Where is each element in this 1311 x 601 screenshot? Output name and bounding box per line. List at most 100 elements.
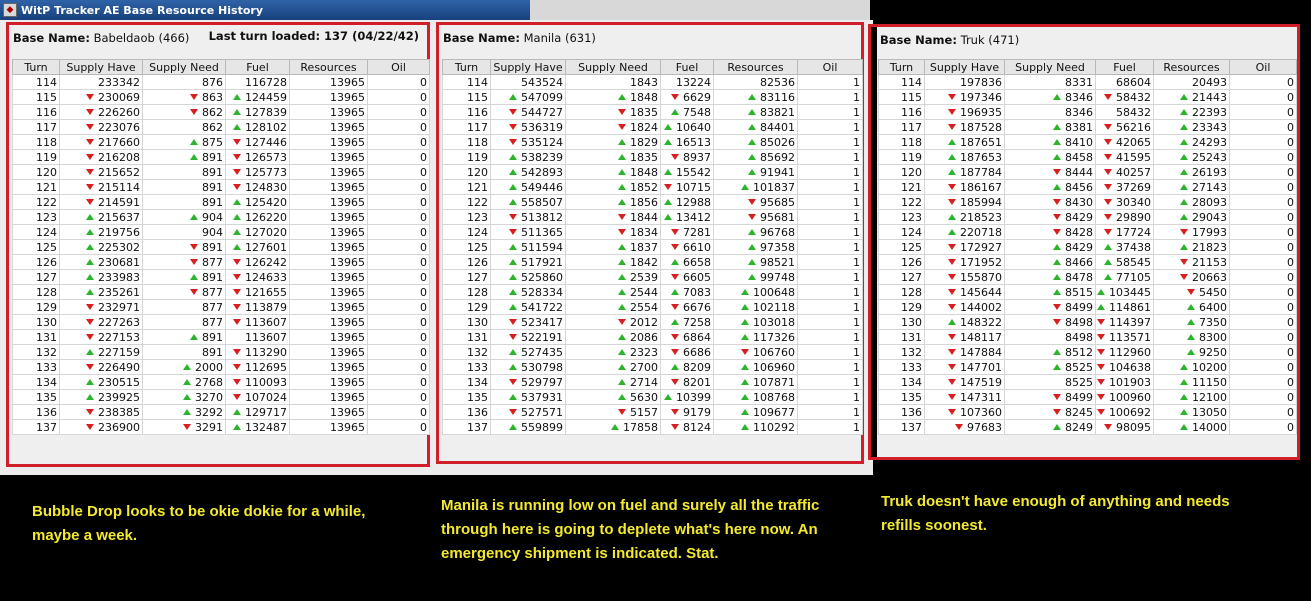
table-row[interactable]: 129 541722 2554 6676 102118 1 [442,299,863,315]
table-row[interactable]: 119 187653 8458 41595 25243 0 [878,149,1297,165]
table-row[interactable]: 137 236900 3291 132487 13965 0 [12,419,430,435]
table-row[interactable]: 115 230069 863 124459 13965 0 [12,89,430,105]
table-row[interactable]: 118 217660 875 127446 13965 0 [12,134,430,150]
table-row[interactable]: 120 542893 1848 15542 91941 1 [442,164,863,180]
table-row[interactable]: 133 226490 2000 112695 13965 0 [12,359,430,375]
table-row[interactable]: 131 148117 8498 113571 8300 0 [878,329,1297,345]
cell-resources: 101837 [713,179,798,195]
cell-fuel: 58545 [1095,254,1154,270]
col-header-oil[interactable]: Oil [797,59,863,75]
table-row[interactable]: 134 529797 2714 8201 107871 1 [442,374,863,390]
table-row[interactable]: 134 230515 2768 110093 13965 0 [12,374,430,390]
col-header-turn[interactable]: Turn [442,59,491,75]
table-row[interactable]: 135 147311 8499 100960 12100 0 [878,389,1297,405]
table-row[interactable]: 134 147519 8525 101903 11150 0 [878,374,1297,390]
table-row[interactable]: 114 543524 1843 13224 82536 1 [442,74,863,90]
table-row[interactable]: 115 547099 1848 6629 83116 1 [442,89,863,105]
table-row[interactable]: 126 171952 8466 58545 21153 0 [878,254,1297,270]
table-row[interactable]: 118 187651 8410 42065 24293 0 [878,134,1297,150]
table-row[interactable]: 130 227263 877 113607 13965 0 [12,314,430,330]
table-row[interactable]: 127 233983 891 124633 13965 0 [12,269,430,285]
col-header-supply-need[interactable]: Supply Need [142,59,226,75]
table-row[interactable]: 124 220718 8428 17724 17993 0 [878,224,1297,240]
table-row[interactable]: 122 214591 891 125420 13965 0 [12,194,430,210]
table-row[interactable]: 125 225302 891 127601 13965 0 [12,239,430,255]
table-row[interactable]: 115 197346 8346 58432 21443 0 [878,89,1297,105]
table-row[interactable]: 116 226260 862 127839 13965 0 [12,104,430,120]
table-row[interactable]: 120 187784 8444 40257 26193 0 [878,164,1297,180]
table-row[interactable]: 136 238385 3292 129717 13965 0 [12,404,430,420]
table-row[interactable]: 122 558507 1856 12988 95685 1 [442,194,863,210]
table-row[interactable]: 114 233342 876 116728 13965 0 [12,74,430,90]
table-row[interactable]: 136 107360 8245 100692 13050 0 [878,404,1297,420]
table-row[interactable]: 137 559899 17858 8124 110292 1 [442,419,863,435]
col-header-oil[interactable]: Oil [367,59,430,75]
table-row[interactable]: 131 522191 2086 6864 117326 1 [442,329,863,345]
table-row[interactable]: 130 523417 2012 7258 103018 1 [442,314,863,330]
col-header-fuel[interactable]: Fuel [225,59,290,75]
col-header-resources[interactable]: Resources [1153,59,1230,75]
col-header-turn[interactable]: Turn [12,59,60,75]
table-row[interactable]: 136 527571 5157 9179 109677 1 [442,404,863,420]
col-header-turn[interactable]: Turn [878,59,925,75]
table-row[interactable]: 131 227153 891 113607 13965 0 [12,329,430,345]
table-row[interactable]: 124 511365 1834 7281 96768 1 [442,224,863,240]
table-row[interactable]: 130 148322 8498 114397 7350 0 [878,314,1297,330]
table-row[interactable]: 123 218523 8429 29890 29043 0 [878,209,1297,225]
cell-resources: 99748 [713,269,798,285]
table-row[interactable]: 117 223076 862 128102 13965 0 [12,119,430,135]
table-row[interactable]: 121 186167 8456 37269 27143 0 [878,179,1297,195]
arrow-down-icon [86,109,94,115]
cell-oil: 0 [367,104,430,120]
table-row[interactable]: 132 227159 891 113290 13965 0 [12,344,430,360]
table-row[interactable]: 124 219756 904 127020 13965 0 [12,224,430,240]
table-row[interactable]: 126 230681 877 126242 13965 0 [12,254,430,270]
col-header-fuel[interactable]: Fuel [1095,59,1154,75]
table-row[interactable]: 133 530798 2700 8209 106960 1 [442,359,863,375]
col-header-resources[interactable]: Resources [713,59,798,75]
table-row[interactable]: 116 196935 8346 58432 22393 0 [878,104,1297,120]
table-row[interactable]: 132 147884 8512 112960 9250 0 [878,344,1297,360]
table-row[interactable]: 133 147701 8525 104638 10200 0 [878,359,1297,375]
table-row[interactable]: 119 538239 1835 8937 85692 1 [442,149,863,165]
cell-supply-have: 144002 [924,299,1005,315]
table-row[interactable]: 128 235261 877 121655 13965 0 [12,284,430,300]
cell-fuel: 15542 [660,164,714,180]
table-row[interactable]: 132 527435 2323 6686 106760 1 [442,344,863,360]
col-header-supply-have[interactable]: Supply Have [59,59,143,75]
table-row[interactable]: 114 197836 8331 68604 20493 0 [878,74,1297,90]
table-row[interactable]: 117 536319 1824 10640 84401 1 [442,119,863,135]
col-header-supply-need[interactable]: Supply Need [565,59,661,75]
table-row[interactable]: 135 239925 3270 107024 13965 0 [12,389,430,405]
table-row[interactable]: 116 544727 1835 7548 83821 1 [442,104,863,120]
col-header-resources[interactable]: Resources [289,59,368,75]
table-row[interactable]: 129 144002 8499 114861 6400 0 [878,299,1297,315]
col-header-supply-need[interactable]: Supply Need [1004,59,1096,75]
table-row[interactable]: 125 511594 1837 6610 97358 1 [442,239,863,255]
table-row[interactable]: 117 187528 8381 56216 23343 0 [878,119,1297,135]
table-row[interactable]: 121 549446 1852 10715 101837 1 [442,179,863,195]
table-row[interactable]: 135 537931 5630 10399 108768 1 [442,389,863,405]
window-titlebar[interactable]: ◆ WitP Tracker AE Base Resource History [0,0,530,20]
table-row[interactable]: 128 528334 2544 7083 100648 1 [442,284,863,300]
table-row[interactable]: 127 155870 8478 77105 20663 0 [878,269,1297,285]
table-row[interactable]: 128 145644 8515 103445 5450 0 [878,284,1297,300]
table-row[interactable]: 122 185994 8430 30340 28093 0 [878,194,1297,210]
col-header-fuel[interactable]: Fuel [660,59,714,75]
col-header-supply-have[interactable]: Supply Have [924,59,1005,75]
table-row[interactable]: 129 232971 877 113879 13965 0 [12,299,430,315]
table-row[interactable]: 123 513812 1844 13412 95681 1 [442,209,863,225]
table-row[interactable]: 123 215637 904 126220 13965 0 [12,209,430,225]
table-row[interactable]: 121 215114 891 124830 13965 0 [12,179,430,195]
table-row[interactable]: 137 97683 8249 98095 14000 0 [878,419,1297,435]
col-header-supply-have[interactable]: Supply Have [490,59,566,75]
table-row[interactable]: 127 525860 2539 6605 99748 1 [442,269,863,285]
cell-value: 891 [202,165,223,179]
col-header-oil[interactable]: Oil [1229,59,1297,75]
table-row[interactable]: 120 215652 891 125773 13965 0 [12,164,430,180]
table-row[interactable]: 118 535124 1829 16513 85026 1 [442,134,863,150]
table-row[interactable]: 126 517921 1842 6658 98521 1 [442,254,863,270]
table-row[interactable]: 119 216208 891 126573 13965 0 [12,149,430,165]
cell-oil: 0 [367,404,430,420]
table-row[interactable]: 125 172927 8429 37438 21823 0 [878,239,1297,255]
